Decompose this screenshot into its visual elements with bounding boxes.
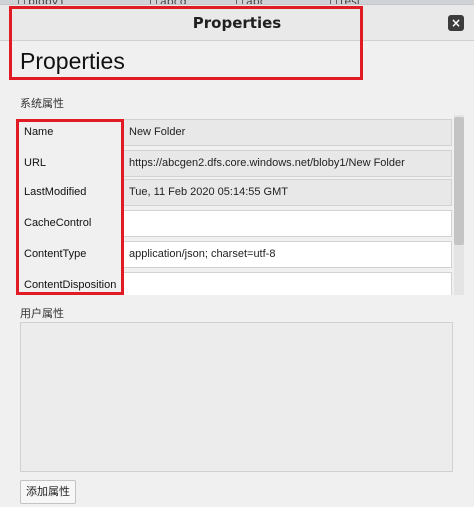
property-row: Name New Folder [16, 119, 452, 146]
property-value-input[interactable]: application/json; charset=utf-8 [122, 241, 452, 268]
property-value-input[interactable] [122, 210, 452, 237]
property-row: URL https://abcgen2.dfs.core.windows.net… [16, 150, 452, 177]
property-value-input[interactable] [122, 272, 452, 295]
property-row: LastModified Tue, 11 Feb 2020 05:14:55 G… [16, 179, 452, 206]
property-value-field[interactable]: Tue, 11 Feb 2020 05:14:55 GMT [122, 179, 452, 206]
user-properties-list[interactable] [20, 322, 453, 472]
property-name: ContentDisposition [24, 279, 117, 291]
property-row: ContentType application/json; charset=ut… [16, 241, 452, 268]
property-row: CacheControl [16, 210, 452, 237]
property-name: Name [24, 126, 54, 138]
properties-scrollbar[interactable] [454, 115, 464, 295]
property-name: ContentType [24, 248, 87, 260]
close-icon: × [450, 16, 462, 30]
property-row: ContentDisposition [16, 272, 452, 295]
property-name: URL [24, 157, 47, 169]
property-name: LastModified [24, 186, 87, 198]
add-property-button[interactable]: 添加属性 [20, 480, 76, 504]
page-title: Properties [20, 48, 125, 74]
user-properties-label: 用户属性 [20, 307, 64, 320]
close-button[interactable]: × [448, 15, 464, 31]
system-properties-label: 系统属性 [20, 97, 64, 110]
scrollbar-thumb[interactable] [454, 117, 464, 245]
property-name: CacheControl [24, 217, 92, 229]
property-value-field[interactable]: https://abcgen2.dfs.core.windows.net/blo… [122, 150, 452, 177]
system-properties-list[interactable]: Name New Folder URL https://abcgen2.dfs.… [16, 115, 452, 295]
property-value-field[interactable]: New Folder [122, 119, 452, 146]
